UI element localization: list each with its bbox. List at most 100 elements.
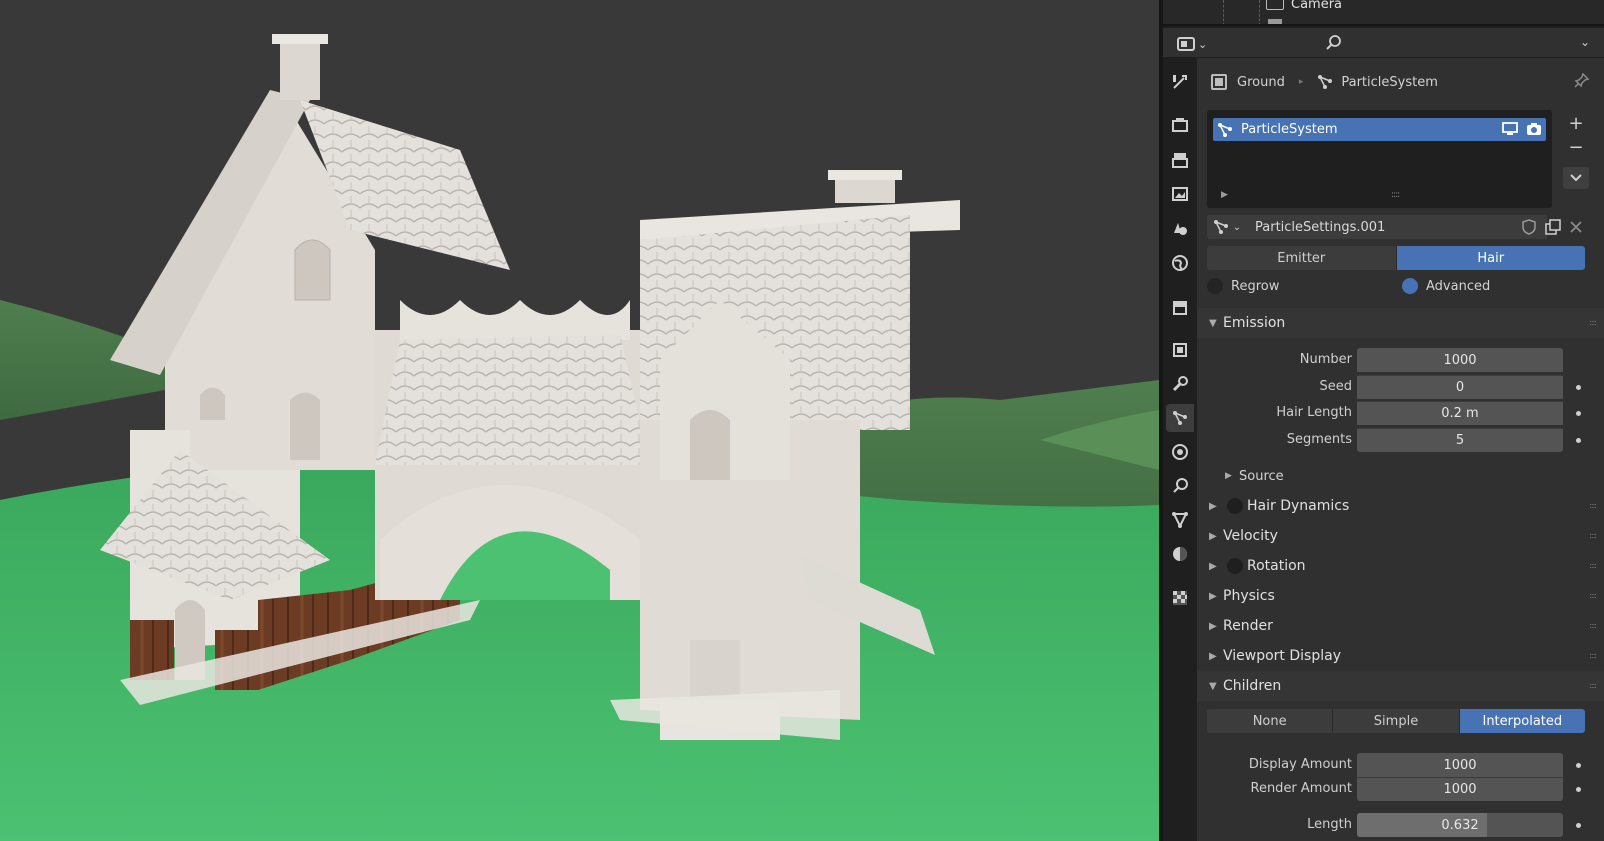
tab-data[interactable]: [1166, 506, 1194, 534]
subpanel-title: Source: [1239, 468, 1284, 484]
drag-grip-icon[interactable]: ::::: [1589, 681, 1597, 690]
tab-collection[interactable]: [1166, 293, 1194, 321]
children-simple-button[interactable]: Simple: [1333, 709, 1460, 733]
tab-material[interactable]: [1166, 540, 1194, 568]
children-none-button[interactable]: None: [1207, 709, 1334, 733]
tool-icon: [1173, 75, 1187, 89]
drag-grip-icon[interactable]: ::::: [1589, 561, 1597, 570]
type-emitter-button[interactable]: Emitter: [1207, 246, 1397, 270]
wrench-icon: [1172, 376, 1188, 392]
camera-icon[interactable]: [1526, 121, 1542, 137]
particles-icon: [1173, 411, 1187, 425]
list-item[interactable]: ParticleSystem: [1213, 118, 1546, 141]
specials-menu-button[interactable]: [1563, 167, 1589, 189]
children-mode-toggle: None Simple Interpolated: [1207, 709, 1585, 733]
drag-grip-icon[interactable]: ::::: [1589, 501, 1597, 510]
outliner-editor[interactable]: Camera: [1163, 0, 1604, 26]
settings-name-field[interactable]: ParticleSettings.001: [1247, 215, 1547, 239]
advanced-checkbox[interactable]: Advanced: [1402, 278, 1490, 294]
tab-physics[interactable]: [1166, 438, 1194, 466]
tab-object[interactable]: [1166, 336, 1194, 364]
remove-button[interactable]: −: [1564, 135, 1588, 159]
enable-checkbox[interactable]: [1227, 498, 1243, 514]
breadcrumb-arrow-icon: ▸: [1298, 77, 1304, 87]
keyframe-dot-icon[interactable]: [1576, 438, 1581, 443]
tab-view-layer[interactable]: [1166, 180, 1194, 208]
drag-grip-icon[interactable]: ::::: [1589, 318, 1597, 327]
drag-grip-icon[interactable]: ::::: [1589, 651, 1597, 660]
tab-output[interactable]: [1166, 146, 1194, 174]
prop-label: Number: [1299, 352, 1352, 367]
tab-constraints[interactable]: [1166, 472, 1194, 500]
search-button[interactable]: [1323, 32, 1345, 54]
number-field[interactable]: 1000: [1357, 348, 1563, 372]
panel-title: Physics: [1223, 588, 1275, 604]
prop-length: Length 0.632: [1197, 813, 1604, 837]
panel-viewport-display-header[interactable]: ▶ Viewport Display ::::: [1197, 641, 1604, 671]
children-interpolated-button[interactable]: Interpolated: [1459, 709, 1585, 733]
outliner-item-camera[interactable]: Camera: [1291, 0, 1342, 12]
keyframe-dot-icon[interactable]: [1576, 787, 1581, 792]
regrow-label: Regrow: [1231, 278, 1280, 294]
panel-velocity-header[interactable]: ▶ Velocity ::::: [1197, 521, 1604, 551]
expand-arrow-icon: ▶: [1209, 500, 1217, 512]
keyframe-dot-icon[interactable]: [1576, 411, 1581, 416]
tab-world[interactable]: [1166, 249, 1194, 277]
panel-hair-dynamics-header[interactable]: ▶ Hair Dynamics ::::: [1197, 491, 1604, 521]
mesh-data-icon: [1172, 512, 1188, 529]
panel-children-header[interactable]: ▼ Children ::::: [1197, 671, 1604, 701]
display-amount-field[interactable]: 1000: [1357, 753, 1563, 777]
drag-grip-icon[interactable]: ::::: [1589, 591, 1597, 600]
texture-icon: [1173, 591, 1187, 605]
resize-grip-icon[interactable]: ::::: [1391, 190, 1400, 200]
monitor-icon[interactable]: [1502, 121, 1518, 137]
seed-field[interactable]: 0: [1357, 375, 1563, 399]
render-amount-field[interactable]: 1000: [1357, 777, 1563, 801]
type-hair-button[interactable]: Hair: [1396, 246, 1585, 270]
tab-tool[interactable]: [1166, 68, 1194, 96]
length-slider[interactable]: 0.632: [1357, 813, 1563, 837]
chevron-down-icon: ⌄: [1198, 37, 1208, 51]
panel-emission-header[interactable]: ▼ Emission ::::: [1197, 308, 1604, 338]
options-chevron-icon[interactable]: ⌄: [1580, 35, 1590, 49]
scene-icon: [1174, 223, 1187, 235]
particle-system-list[interactable]: ParticleSystem ▶ ::::: [1207, 110, 1552, 208]
advanced-checkbox-box: [1402, 278, 1418, 294]
fake-user-shield-icon[interactable]: [1521, 219, 1537, 235]
physics-icon: [1172, 444, 1188, 460]
drag-grip-icon[interactable]: ::::: [1589, 621, 1597, 630]
segments-field[interactable]: 5: [1357, 428, 1563, 452]
3d-viewport[interactable]: [0, 0, 1159, 841]
drag-grip-icon[interactable]: ::::: [1589, 531, 1597, 540]
hair-length-field[interactable]: 0.2 m: [1357, 401, 1563, 425]
editor-type-dropdown[interactable]: ⌄: [1177, 34, 1213, 54]
tab-particles[interactable]: [1166, 404, 1194, 432]
regrow-checkbox[interactable]: Regrow: [1207, 278, 1279, 294]
pin-icon[interactable]: [1574, 72, 1590, 92]
material-icon: [1173, 547, 1187, 561]
enable-checkbox[interactable]: [1227, 558, 1243, 574]
panel-title: Velocity: [1223, 528, 1278, 544]
tab-modifiers[interactable]: [1166, 370, 1194, 398]
particles-icon: [1317, 74, 1333, 90]
panel-title: Rotation: [1247, 558, 1306, 574]
panel-render-header[interactable]: ▶ Render ::::: [1197, 611, 1604, 641]
close-icon[interactable]: [1569, 220, 1583, 234]
keyframe-dot-icon[interactable]: [1576, 763, 1581, 768]
properties-panel: Ground ▸ ParticleSystem ParticleSystem ▶…: [1197, 58, 1604, 841]
tab-texture[interactable]: [1166, 584, 1194, 612]
keyframe-dot-icon[interactable]: [1576, 823, 1581, 828]
field-value: 1000: [1443, 757, 1477, 773]
tab-render[interactable]: [1166, 111, 1194, 139]
tab-scene[interactable]: [1166, 214, 1194, 242]
collapse-arrow-icon: ▼: [1209, 317, 1217, 329]
keyframe-dot-icon[interactable]: [1576, 385, 1581, 390]
panel-rotation-header[interactable]: ▶ Rotation ::::: [1197, 551, 1604, 581]
duplicate-icon[interactable]: [1545, 219, 1561, 235]
panel-physics-header[interactable]: ▶ Physics ::::: [1197, 581, 1604, 611]
expand-arrow-icon[interactable]: ▶: [1221, 190, 1228, 200]
add-button[interactable]: +: [1564, 111, 1588, 135]
subpanel-source-header[interactable]: ▶ Source: [1197, 463, 1604, 489]
settings-browse-button[interactable]: ⌄: [1207, 215, 1247, 239]
collapse-arrow-icon: ▼: [1209, 680, 1217, 692]
